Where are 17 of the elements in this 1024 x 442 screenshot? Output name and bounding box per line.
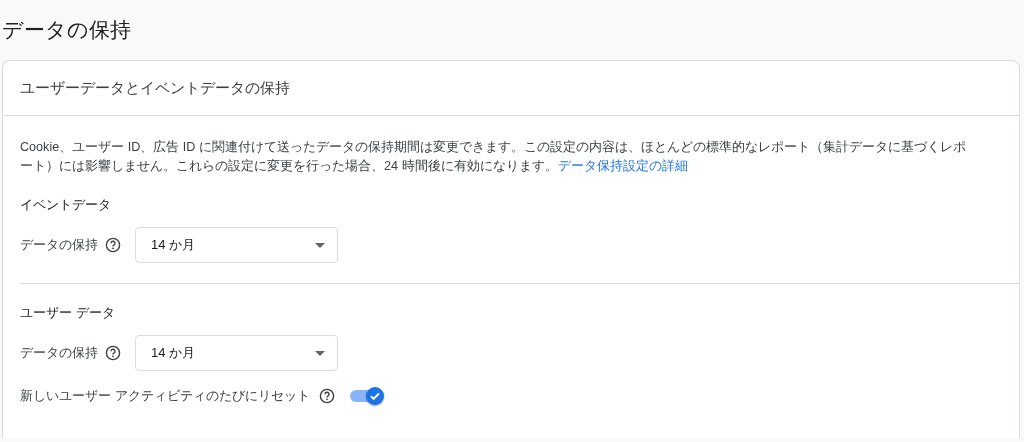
toggle-switch[interactable]	[349, 385, 384, 407]
help-icon[interactable]	[318, 388, 335, 404]
help-icon[interactable]	[105, 237, 121, 253]
field-label: データの保持	[20, 344, 98, 362]
card-title: ユーザーデータとイベントデータの保持	[3, 61, 1019, 116]
page-title: データの保持	[1, 17, 132, 43]
caret-icon	[315, 242, 325, 248]
retention-select[interactable]: 14 か月	[135, 335, 338, 371]
caret-icon	[315, 350, 325, 356]
field-label: データの保持	[20, 236, 98, 254]
section-heading: イベントデータ	[20, 196, 112, 214]
retention-select[interactable]: 14 か月	[135, 227, 338, 263]
help-icon[interactable]	[105, 345, 121, 361]
section-heading: ユーザー データ	[20, 304, 116, 322]
toggle-label: 新しいユーザー アクティビティのたびにリセット	[20, 387, 310, 405]
description: Cookie、ユーザー ID、広告 ID に関連付けて送ったデータの保持期間は変更できます。この設定の内容は、ほとんどの標準的なレポート（集計データに基づくレポ ート）には影響しません。これらの設定に変更を行った場合、24 時間後に有効になります。データ保持設定の詳細	[20, 139, 967, 175]
details-link[interactable]: データ保持設定の詳細	[557, 159, 688, 173]
